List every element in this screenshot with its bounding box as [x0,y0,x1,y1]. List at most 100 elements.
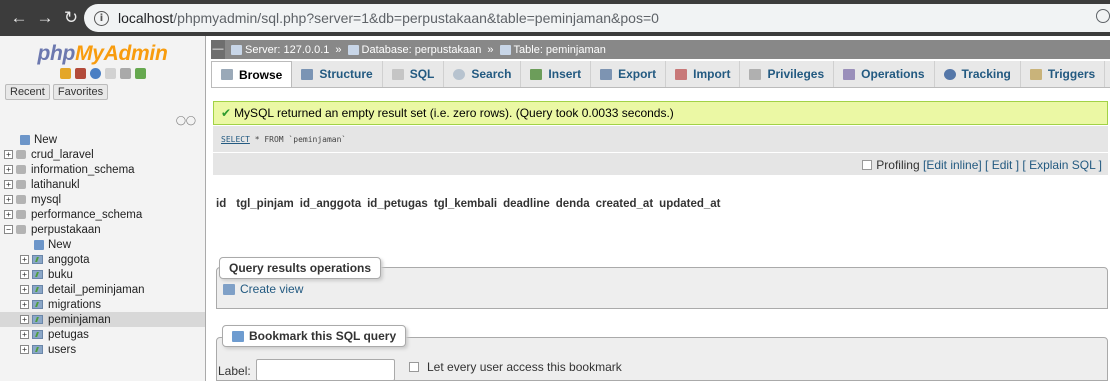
tab-triggers[interactable]: Triggers [1021,61,1106,87]
edit-inline-link[interactable]: [Edit inline] [923,158,982,172]
table-icon [32,315,43,324]
tab-privileges[interactable]: Privileges [740,61,835,87]
help-icon[interactable] [89,68,101,79]
breadcrumb-database[interactable]: Database: perpustakaan [347,44,481,56]
explain-sql-link[interactable]: [ Explain SQL ] [1022,158,1102,172]
expand-icon[interactable]: + [4,150,13,159]
result-column-headers: id tgl_pinjam id_anggota id_petugas tgl_… [216,195,721,213]
tree-db-mysql[interactable]: + mysql [0,192,205,207]
phpmyadmin-logo[interactable]: phpMyAdmin [0,42,205,66]
expand-icon[interactable]: + [4,165,13,174]
forward-arrow-icon[interactable]: → [32,8,58,28]
back-arrow-icon[interactable]: ← [6,8,32,28]
sql-query-box[interactable]: SELECT * FROM `peminjaman` [213,126,1108,152]
tree-db-performance-schema[interactable]: + performance_schema [0,207,205,222]
database-icon [16,150,26,159]
url-text[interactable]: localhost/phpmyadmin/sql.php?server=1&db… [118,10,659,26]
expand-icon[interactable]: + [20,315,29,324]
zoom-icon[interactable] [1096,9,1110,23]
tab-export[interactable]: Export [591,61,667,87]
database-icon [16,210,26,219]
expand-icon[interactable]: + [4,210,13,219]
tab-import[interactable]: Import [666,61,741,87]
column-header[interactable]: created_at [596,195,654,213]
tab-insert[interactable]: Insert [521,61,592,87]
column-header[interactable]: id [216,195,230,213]
export-icon [600,68,613,80]
every-user-option[interactable]: Let every user access this bookmark [409,360,622,374]
expand-icon[interactable]: + [4,180,13,189]
address-bar[interactable]: i localhost/phpmyadmin/sql.php?server=1&… [84,4,1110,32]
recent-button[interactable]: Recent [5,84,50,100]
column-header[interactable]: tgl_kembali [434,195,497,213]
column-header[interactable]: id_petugas [367,195,428,213]
create-view-link[interactable]: Create view [223,282,303,296]
tree-table-buku[interactable]: + buku [0,267,205,282]
column-header[interactable]: denda [556,195,590,213]
info-icon[interactable]: i [94,10,109,26]
column-header[interactable]: id_anggota [300,195,361,213]
tree-db-perpustakaan[interactable]: − perpustakaan [0,222,205,237]
expand-icon[interactable]: + [20,270,29,279]
tree-table-petugas[interactable]: + petugas [0,327,205,342]
tracking-icon [943,68,956,80]
success-message: ✔ MySQL returned an empty result set (i.… [213,101,1108,125]
bookmark-label-input[interactable] [256,359,395,381]
bookmark-label-caption: Label: [218,364,251,378]
expand-icon[interactable]: + [20,330,29,339]
tree-table-anggota[interactable]: + anggota [0,252,205,267]
collapse-panel-icon[interactable]: — [211,40,225,59]
expand-icon[interactable]: + [20,285,29,294]
docs-icon[interactable] [104,68,116,79]
link-icon[interactable]: ◯◯ [176,115,196,126]
collapse-icon[interactable]: − [4,225,13,234]
every-user-checkbox[interactable] [409,362,419,372]
new-icon [34,239,44,250]
column-header[interactable]: deadline [503,195,550,213]
tab-browse[interactable]: Browse [211,61,293,87]
column-header[interactable]: tgl_pinjam [236,195,294,213]
create-view-icon [223,283,235,295]
breadcrumb: — Server: 127.0.0.1 » Database: perpusta… [211,40,1110,59]
breadcrumb-server[interactable]: Server: 127.0.0.1 [231,44,329,56]
edit-link[interactable]: [ Edit ] [985,158,1019,172]
privileges-icon [749,68,762,80]
table-tabs: Browse Structure SQL Search Insert Expor… [211,61,1110,88]
tab-operations[interactable]: Operations [834,61,935,87]
breadcrumb-table[interactable]: Table: peminjaman [499,44,606,56]
expand-icon[interactable]: + [20,255,29,264]
tab-search[interactable]: Search [444,61,522,87]
navigation-panel: phpMyAdmin Recent Favorites ◯◯ New + crud… [0,36,206,381]
tree-db-information-schema[interactable]: + information_schema [0,162,205,177]
tree-table-detail-peminjaman[interactable]: + detail_peminjaman [0,282,205,297]
expand-icon[interactable]: + [4,195,13,204]
tree-table-peminjaman[interactable]: + peminjaman [0,312,205,327]
database-icon [16,195,26,204]
column-header[interactable]: updated_at [659,195,720,213]
profiling-checkbox[interactable] [862,160,873,170]
table-icon [499,44,511,55]
tree-new-database[interactable]: New [0,132,205,147]
tab-sql[interactable]: SQL [383,61,445,87]
reload-icon[interactable]: ↻ [58,8,84,28]
sql-icon [391,68,404,80]
expand-icon[interactable]: + [20,300,29,309]
reload-nav-icon[interactable] [134,68,146,79]
sql-keyword-link[interactable]: SELECT [221,135,250,144]
tree-table-new[interactable]: New [0,237,205,252]
triggers-icon [1029,68,1042,80]
tree-db-crud-laravel[interactable]: + crud_laravel [0,147,205,162]
tab-structure[interactable]: Structure [292,61,383,87]
favorites-button[interactable]: Favorites [52,84,109,100]
table-icon [32,345,43,354]
settings-icon[interactable] [119,68,131,79]
tree-table-users[interactable]: + users [0,342,205,357]
table-icon [32,300,43,309]
logout-icon[interactable] [74,68,86,79]
database-icon [347,44,359,55]
tree-db-latihanukl[interactable]: + latihanukl [0,177,205,192]
home-icon[interactable] [59,68,71,79]
tab-tracking[interactable]: Tracking [935,61,1021,87]
expand-icon[interactable]: + [20,345,29,354]
tree-table-migrations[interactable]: + migrations [0,297,205,312]
